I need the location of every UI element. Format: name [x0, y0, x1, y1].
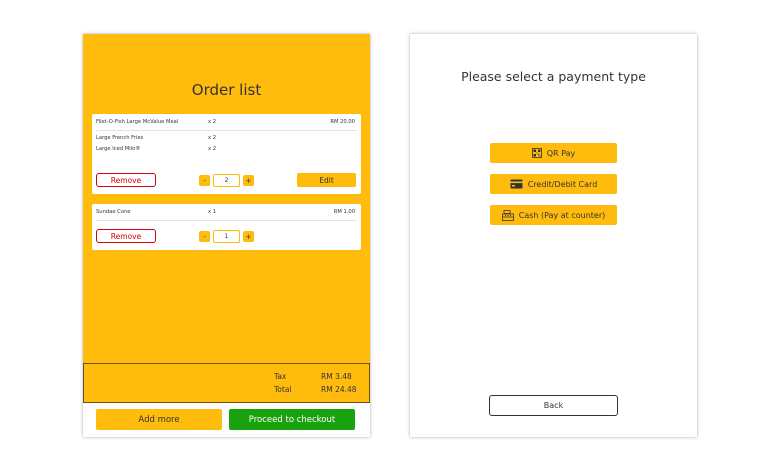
item-quantity: x 2 [208, 146, 217, 152]
cash-pay-label: Cash (Pay at counter) [518, 210, 606, 220]
item-quantity: x 2 [208, 135, 217, 141]
item-name: Large French Fries [96, 135, 144, 141]
edit-button[interactable]: Edit [297, 173, 356, 187]
back-button[interactable]: Back [489, 395, 618, 416]
order-item-row: Large French Fries x 2 [92, 133, 361, 143]
cash-register-icon [501, 209, 514, 221]
payment-title: Please select a payment type [461, 69, 646, 84]
decrease-quantity-button[interactable]: - [199, 231, 210, 242]
credit-card-icon [510, 179, 523, 189]
qr-code-icon [531, 148, 542, 158]
credit-debit-card-button[interactable]: Credit/Debit Card [490, 174, 617, 194]
order-item-card: Sundae Cone x 1 RM 1.00 Remove - 1 + [92, 204, 361, 250]
qr-pay-label: QR Pay [546, 148, 576, 158]
item-price: RM 20.00 [330, 119, 355, 125]
order-list-background: Order list Filet-O-Fish Large McValue Me… [83, 34, 370, 363]
order-totals: Tax RM 3.48 Total RM 24.48 [83, 363, 370, 403]
total-label: Total [274, 385, 292, 394]
order-list-panel: Order list Filet-O-Fish Large McValue Me… [83, 34, 370, 437]
increase-quantity-button[interactable]: + [243, 231, 254, 242]
divider [96, 130, 357, 131]
total-value: RM 24.48 [321, 385, 357, 394]
item-quantity: x 2 [208, 119, 217, 125]
credit-debit-card-label: Credit/Debit Card [527, 179, 598, 189]
divider [96, 220, 357, 221]
payment-panel: Please select a payment type QR Pay Cred… [410, 34, 697, 437]
tax-label: Tax [274, 372, 287, 381]
order-item-row: Sundae Cone x 1 RM 1.00 [92, 207, 361, 217]
decrease-quantity-button[interactable]: - [199, 175, 210, 186]
order-list-title: Order list [191, 81, 262, 99]
qr-pay-button[interactable]: QR Pay [490, 143, 617, 163]
add-more-button[interactable]: Add more [96, 409, 222, 430]
remove-button[interactable]: Remove [96, 173, 156, 187]
proceed-to-checkout-button[interactable]: Proceed to checkout [229, 409, 355, 430]
item-name: Sundae Cone [96, 209, 131, 215]
item-name: Large Iced Milo® [96, 146, 141, 152]
item-name: Filet-O-Fish Large McValue Meal [96, 119, 179, 125]
order-item-card: Filet-O-Fish Large McValue Meal x 2 RM 2… [92, 114, 361, 194]
order-item-row: Filet-O-Fish Large McValue Meal x 2 RM 2… [92, 117, 361, 127]
increase-quantity-button[interactable]: + [243, 175, 254, 186]
cash-pay-at-counter-button[interactable]: Cash (Pay at counter) [490, 205, 617, 225]
quantity-field[interactable]: 1 [213, 230, 240, 243]
item-quantity: x 1 [208, 209, 217, 215]
order-item-row: Large Iced Milo® x 2 [92, 144, 361, 154]
item-price: RM 1.00 [333, 209, 355, 215]
quantity-field[interactable]: 2 [213, 174, 240, 187]
remove-button[interactable]: Remove [96, 229, 156, 243]
tax-value: RM 3.48 [321, 372, 352, 381]
